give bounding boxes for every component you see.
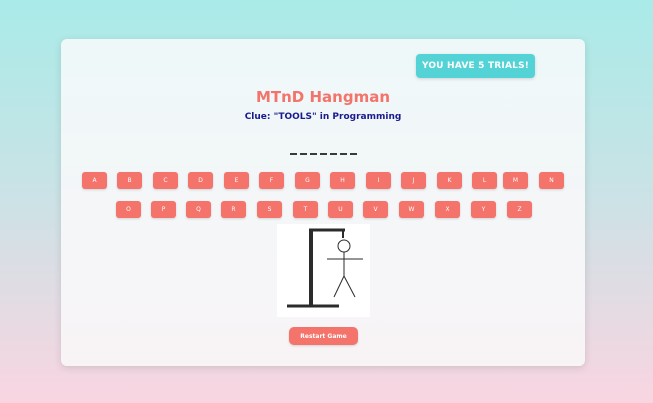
game-title: MTnD Hangman	[255, 88, 391, 106]
key-u[interactable]: U	[328, 201, 353, 218]
key-c[interactable]: C	[153, 172, 178, 189]
trials-badge: YOU HAVE 5 TRIALS!	[416, 54, 535, 78]
key-p[interactable]: P	[151, 201, 176, 218]
key-h[interactable]: H	[330, 172, 355, 189]
key-i[interactable]: I	[366, 172, 391, 189]
word-slot	[309, 139, 317, 155]
key-t[interactable]: T	[293, 201, 318, 218]
figure-right-leg	[343, 275, 356, 298]
hangman-drawing	[277, 224, 370, 317]
figure-head	[337, 239, 351, 253]
key-w[interactable]: W	[399, 201, 424, 218]
key-m[interactable]: M	[503, 172, 528, 189]
word-slot	[319, 139, 327, 155]
key-y[interactable]: Y	[471, 201, 496, 218]
key-z[interactable]: Z	[507, 201, 532, 218]
keyboard-row-2: O P Q R S T U V W X Y Z	[61, 201, 585, 219]
key-q[interactable]: Q	[186, 201, 211, 218]
gallows-icon	[287, 228, 363, 308]
key-l[interactable]: L	[472, 172, 497, 189]
key-j[interactable]: J	[401, 172, 426, 189]
key-g[interactable]: G	[295, 172, 320, 189]
key-e[interactable]: E	[224, 172, 249, 189]
key-b[interactable]: B	[117, 172, 142, 189]
keyboard-row-1: A B C D E F G H I J K L M N	[61, 172, 585, 190]
key-d[interactable]: D	[188, 172, 213, 189]
clue-text: Clue: "TOOLS" in Programming	[244, 112, 402, 122]
word-display	[61, 139, 585, 155]
word-slot	[299, 139, 307, 155]
key-r[interactable]: R	[221, 201, 246, 218]
key-a[interactable]: A	[82, 172, 107, 189]
key-o[interactable]: O	[116, 201, 141, 218]
word-slot	[289, 139, 297, 155]
word-slot	[329, 139, 337, 155]
game-card: YOU HAVE 5 TRIALS! MTnD Hangman Clue: "T…	[61, 39, 585, 366]
key-n[interactable]: N	[539, 172, 564, 189]
figure-left-leg	[333, 275, 345, 298]
key-v[interactable]: V	[363, 201, 388, 218]
word-slot	[349, 139, 357, 155]
word-slot	[339, 139, 347, 155]
key-s[interactable]: S	[257, 201, 282, 218]
restart-game-button[interactable]: Restart Game	[289, 327, 358, 345]
key-x[interactable]: X	[435, 201, 460, 218]
key-f[interactable]: F	[259, 172, 284, 189]
key-k[interactable]: K	[437, 172, 462, 189]
